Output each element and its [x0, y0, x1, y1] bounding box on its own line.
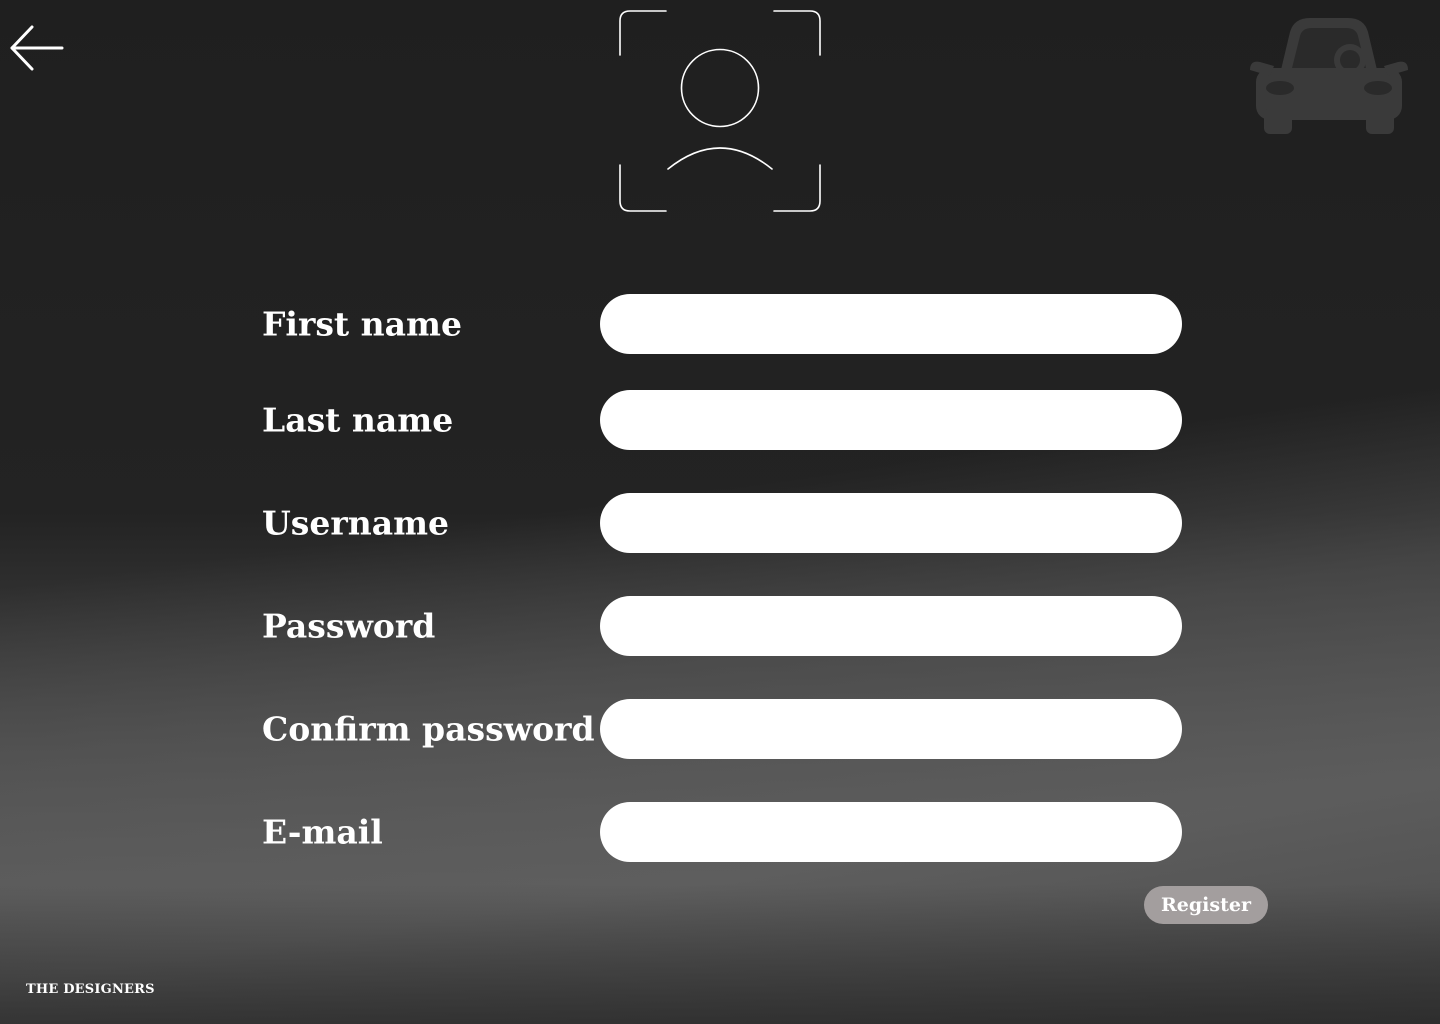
email-input[interactable]	[600, 802, 1182, 862]
user-frame-icon	[619, 10, 821, 212]
last-name-input[interactable]	[600, 390, 1182, 450]
username-row: Username	[262, 493, 1182, 553]
arrow-left-icon	[10, 25, 64, 71]
confirm-password-input[interactable]	[600, 699, 1182, 759]
brand-name: THE DESIGNERS	[26, 982, 155, 997]
first-name-row: First name	[262, 294, 1182, 354]
car-icon	[1250, 18, 1408, 134]
confirm-password-row: Confirm password	[262, 699, 1182, 759]
first-name-input[interactable]	[600, 294, 1182, 354]
back-button[interactable]	[8, 22, 66, 74]
username-input[interactable]	[600, 493, 1182, 553]
confirm-password-label: Confirm password	[262, 709, 595, 749]
email-label: E-mail	[262, 812, 383, 852]
first-name-label: First name	[262, 304, 462, 344]
last-name-label: Last name	[262, 400, 454, 440]
car-logo	[1250, 14, 1408, 136]
profile-photo-placeholder[interactable]	[618, 9, 822, 213]
password-label: Password	[262, 606, 436, 646]
password-input[interactable]	[600, 596, 1182, 656]
password-row: Password	[262, 596, 1182, 656]
register-button[interactable]: Register	[1144, 886, 1268, 924]
email-row: E-mail	[262, 802, 1182, 862]
username-label: Username	[262, 503, 450, 543]
last-name-row: Last name	[262, 390, 1182, 450]
